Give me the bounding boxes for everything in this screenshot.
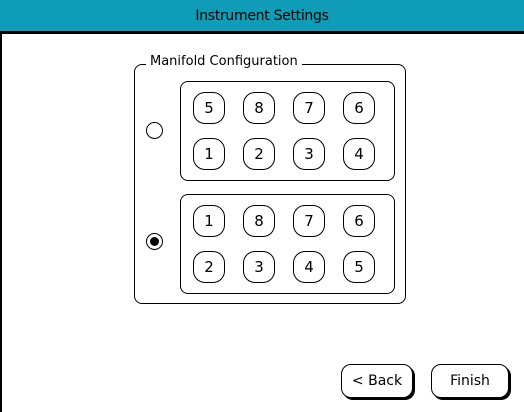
port-button[interactable]: 3 <box>293 138 325 170</box>
finish-button[interactable]: Finish <box>431 364 509 398</box>
manifold-option-b-box: 1 8 7 6 2 3 4 5 <box>180 194 395 294</box>
port-button[interactable]: 2 <box>193 251 225 283</box>
port-button[interactable]: 7 <box>293 92 325 124</box>
port-button[interactable]: 6 <box>343 92 375 124</box>
back-button[interactable]: < Back <box>341 364 413 398</box>
port-button[interactable]: 4 <box>293 251 325 283</box>
window-title: Instrument Settings <box>195 7 329 24</box>
manifold-configuration-label: Manifold Configuration <box>146 53 302 71</box>
port-button[interactable]: 1 <box>193 138 225 170</box>
window-border <box>0 34 2 412</box>
port-button[interactable]: 4 <box>343 138 375 170</box>
manifold-option-a-radio[interactable] <box>146 122 163 139</box>
port-button[interactable]: 8 <box>243 92 275 124</box>
port-button[interactable]: 6 <box>343 205 375 237</box>
port-button[interactable]: 3 <box>243 251 275 283</box>
title-bar: Instrument Settings <box>0 0 524 34</box>
port-button[interactable]: 8 <box>243 205 275 237</box>
port-button[interactable]: 5 <box>193 92 225 124</box>
manifold-option-b-radio[interactable] <box>146 233 163 250</box>
port-button[interactable]: 5 <box>343 251 375 283</box>
manifold-option-a-box: 5 8 7 6 1 2 3 4 <box>180 81 395 181</box>
port-button[interactable]: 1 <box>193 205 225 237</box>
port-button[interactable]: 7 <box>293 205 325 237</box>
port-button[interactable]: 2 <box>243 138 275 170</box>
